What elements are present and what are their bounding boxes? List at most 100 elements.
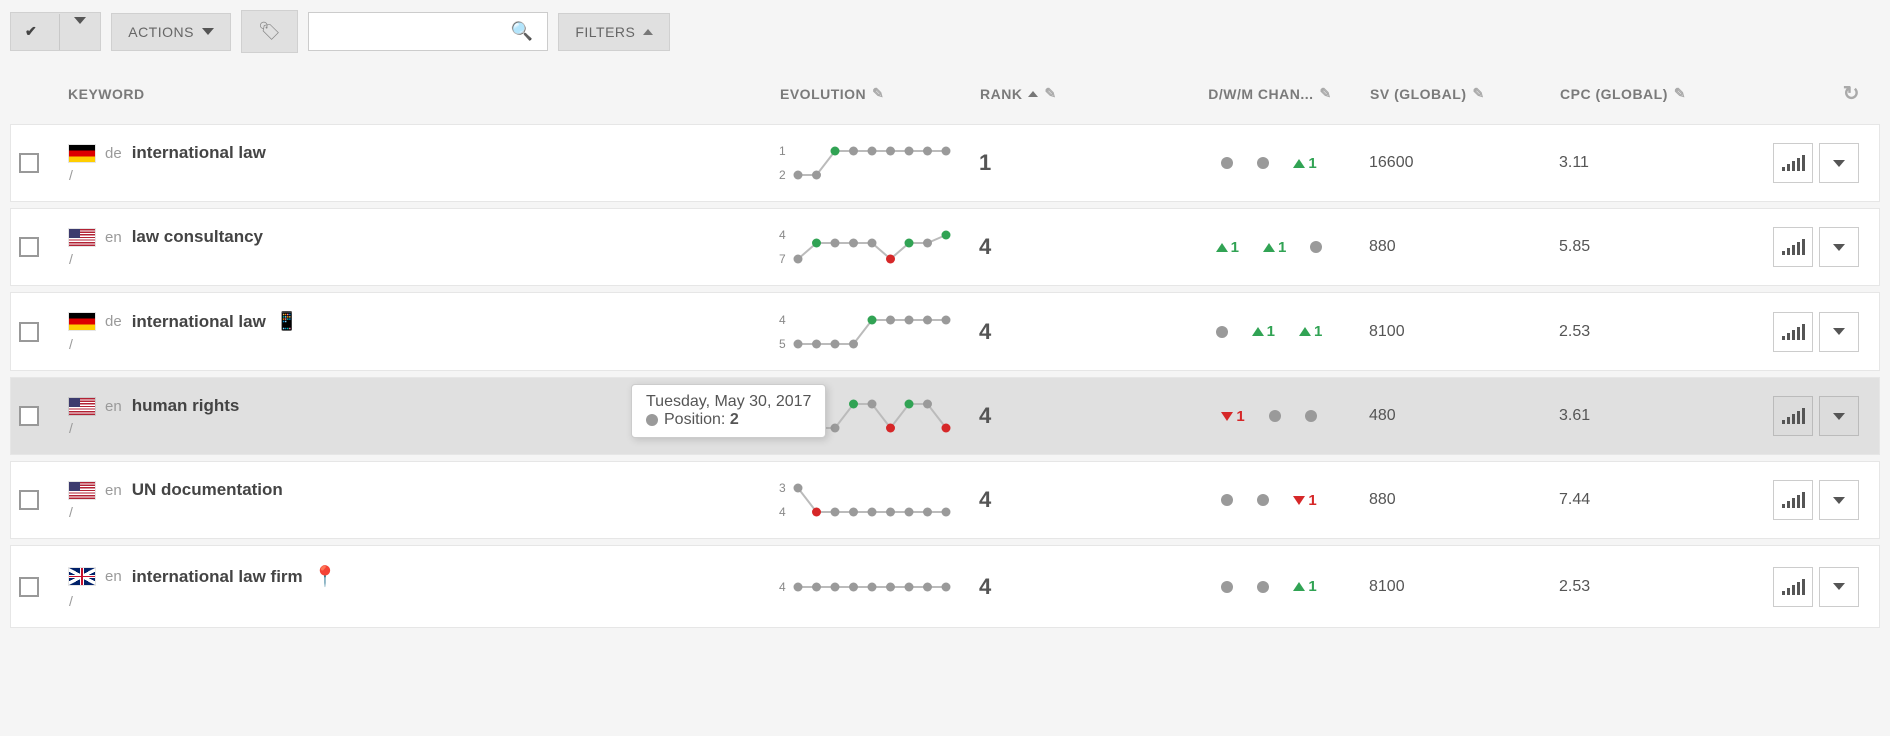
row-menu-button[interactable] [1819,567,1859,607]
chevron-down-icon [202,28,214,35]
table-header: KEYWORD EVOLUTION✎ RANK✎ D/W/M CHAN...✎ … [10,63,1880,124]
chevron-down-icon [1833,160,1845,167]
bars-icon [1782,492,1805,508]
col-rank[interactable]: RANK✎ [980,85,1170,102]
rank-value: 1 [979,150,991,176]
chevron-down-icon [1833,583,1845,590]
row-menu-button[interactable] [1819,396,1859,436]
row-checkbox[interactable] [19,322,39,342]
sparkline-ticks: 45 [779,313,786,351]
change-down: 1 [1221,408,1244,425]
edit-icon: ✎ [872,85,884,102]
row-checkbox[interactable] [19,237,39,257]
edit-icon: ✎ [1044,85,1056,102]
tag-button[interactable]: 🏷 [241,10,298,53]
keyword-text: international law firm [132,567,303,587]
language-code: de [105,145,122,162]
location-icon: 📍 [313,564,338,589]
col-sv[interactable]: SV (GLOBAL)✎ [1370,85,1560,102]
change-up: 1 [1293,155,1316,172]
chevron-down-icon [74,17,86,40]
chart-button[interactable] [1773,143,1813,183]
col-cpc[interactable]: CPC (GLOBAL)✎ [1560,85,1760,102]
rank-value: 4 [979,319,991,345]
filters-button[interactable]: FILTERS [558,13,670,51]
rank-value: 4 [979,403,991,429]
change-same-icon [1310,241,1322,253]
table-row[interactable]: de international law 📱 / 45 4 11 8100 2.… [10,292,1880,371]
change-down: 1 [1293,492,1316,509]
search-icon: 🔍 [511,21,533,42]
evolution-sparkline[interactable]: 47 [779,228,952,266]
search-input[interactable] [323,23,503,40]
sparkline-ticks: 12 [779,144,786,182]
change-same-icon [1221,494,1233,506]
keyword-path: / [69,420,239,436]
sparkline-ticks: 34 [779,481,786,519]
sv-value: 16600 [1369,154,1414,172]
chart-button[interactable] [1773,227,1813,267]
sparkline-ticks: 4 [779,580,786,594]
chart-button[interactable] [1773,396,1813,436]
sv-value: 8100 [1369,323,1405,341]
language-code: de [105,313,122,330]
table-row[interactable]: en UN documentation / 34 4 1 880 7.44 [10,461,1880,539]
mobile-icon: 📱 [276,311,298,332]
change-up: 1 [1293,578,1316,595]
select-all-button[interactable]: ✔ [10,12,101,51]
check-icon: ✔ [25,23,37,39]
chart-button[interactable] [1773,567,1813,607]
change-same-icon [1221,581,1233,593]
sv-value: 880 [1369,238,1396,256]
flag-icon [69,568,95,585]
chevron-down-icon [1833,244,1845,251]
chart-button[interactable] [1773,480,1813,520]
row-checkbox[interactable] [19,577,39,597]
evolution-sparkline[interactable]: 34 [779,481,952,519]
actions-button[interactable]: ACTIONS [111,13,231,51]
edit-icon: ✎ [1674,85,1686,102]
keyword-path: / [69,251,263,267]
bars-icon [1782,239,1805,255]
cpc-value: 3.61 [1559,407,1590,425]
table-row[interactable]: de international law / 12 1 1 16600 3.11 [10,124,1880,202]
bars-icon [1782,579,1805,595]
row-checkbox[interactable] [19,406,39,426]
sv-value: 880 [1369,491,1396,509]
edit-icon: ✎ [1320,85,1332,102]
col-change[interactable]: D/W/M CHAN...✎ [1170,85,1370,102]
evolution-sparkline[interactable]: 12 [779,144,952,182]
refresh-icon[interactable]: ↻ [1843,81,1860,106]
row-checkbox[interactable] [19,490,39,510]
row-menu-button[interactable] [1819,480,1859,520]
change-up: 1 [1299,323,1322,340]
table-row[interactable]: en international law firm 📍 / 4 4 1 8100… [10,545,1880,628]
sparkline-tooltip: Tuesday, May 30, 2017 Position: 2 [631,384,826,438]
evolution-sparkline[interactable]: 45 [779,313,952,351]
search-input-wrap: 🔍 [308,12,548,51]
toolbar: ✔ ACTIONS 🏷 🔍 FILTERS [10,10,1880,53]
row-menu-button[interactable] [1819,312,1859,352]
table-row[interactable]: en law consultancy / 47 4 11 880 5.85 [10,208,1880,286]
col-evolution[interactable]: EVOLUTION✎ [780,85,980,102]
cpc-value: 2.53 [1559,323,1590,341]
bars-icon [1782,324,1805,340]
col-keyword[interactable]: KEYWORD [68,86,780,102]
row-menu-button[interactable] [1819,227,1859,267]
row-checkbox[interactable] [19,153,39,173]
keyword-path: / [69,336,298,352]
keyword-text: international law [132,143,266,163]
rank-value: 4 [979,234,991,260]
filters-label: FILTERS [575,24,635,40]
evolution-sparkline[interactable]: 4 [779,569,952,605]
flag-icon [69,145,95,162]
tooltip-date: Tuesday, May 30, 2017 [646,393,811,411]
change-same-icon [1305,410,1317,422]
flag-icon [69,482,95,499]
row-menu-button[interactable] [1819,143,1859,183]
sparkline-ticks: 47 [779,228,786,266]
table-row[interactable]: en human rights / 23 4 1 480 3.61 Tuesda… [10,377,1880,455]
chart-button[interactable] [1773,312,1813,352]
keyword-path: / [69,504,283,520]
flag-icon [69,398,95,415]
